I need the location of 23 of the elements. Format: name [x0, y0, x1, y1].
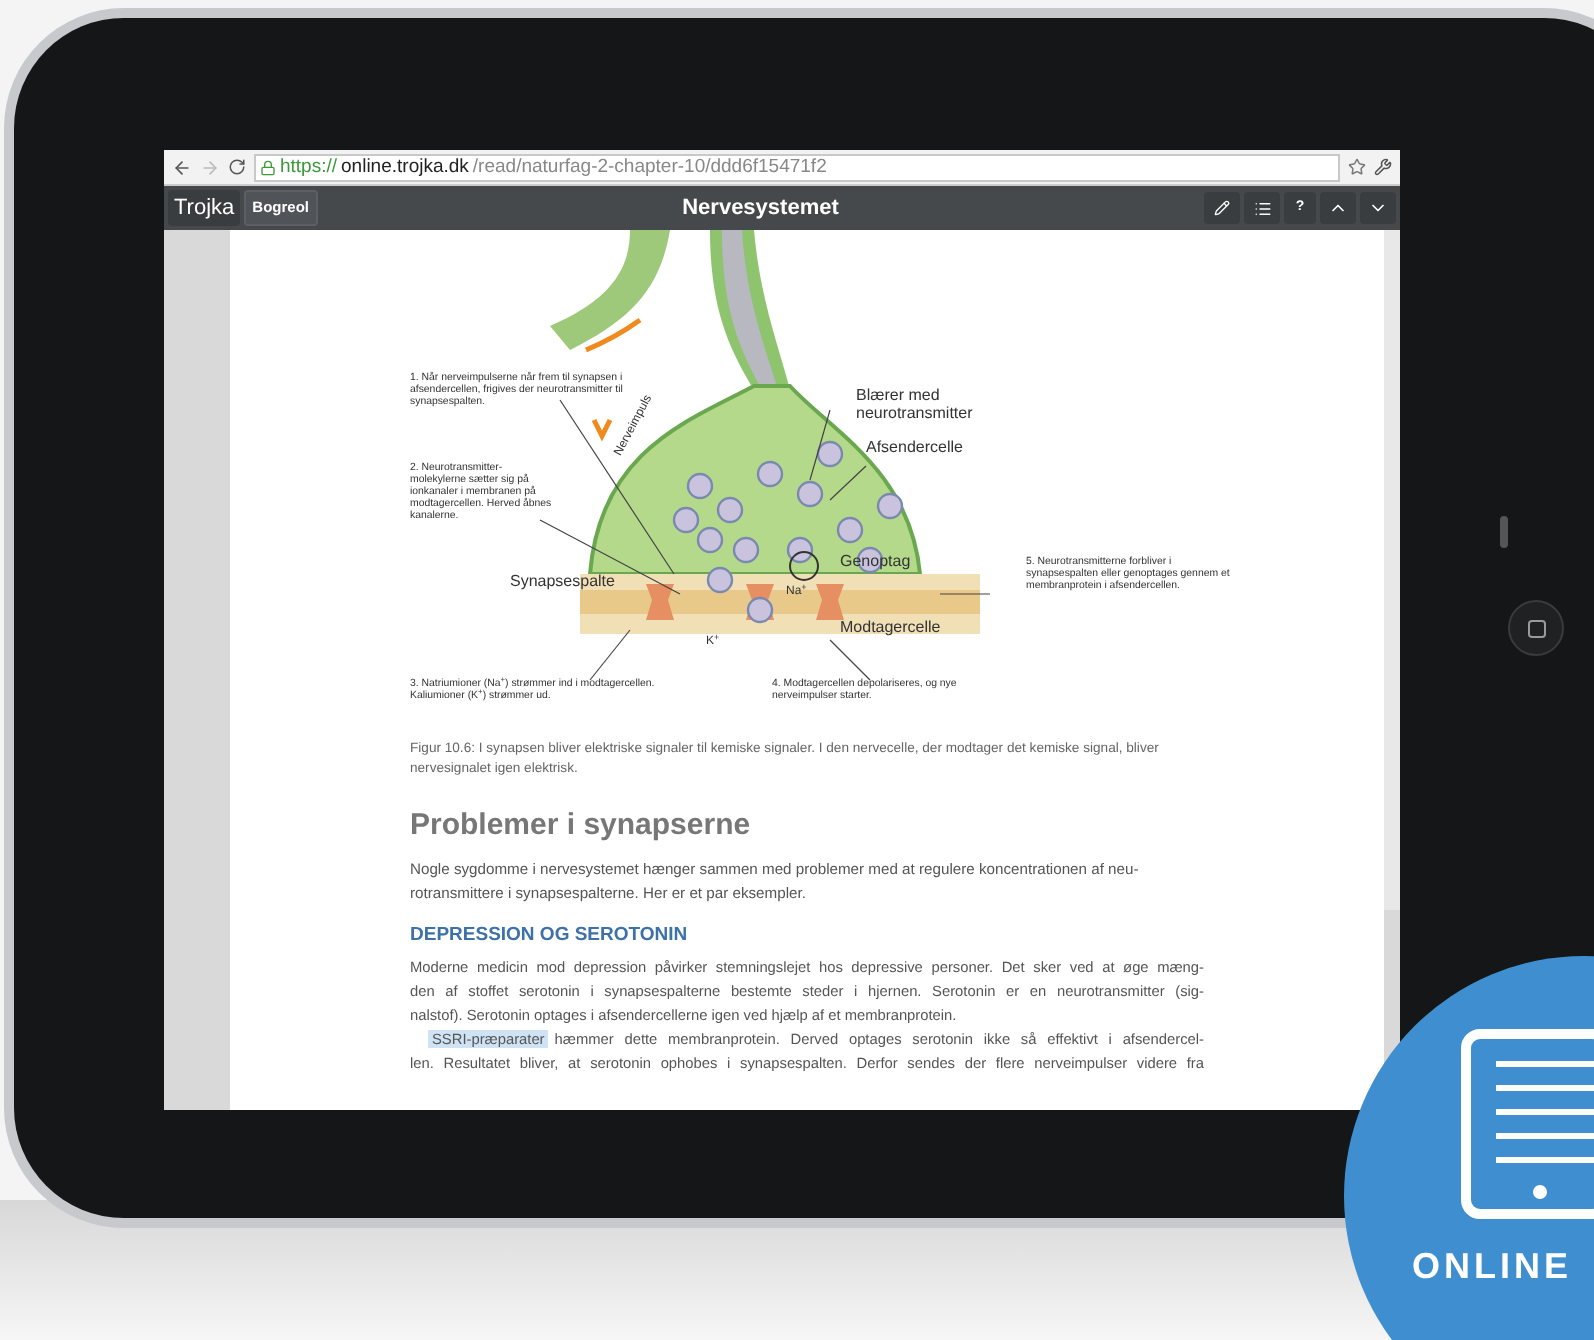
square-icon [1527, 619, 1545, 637]
diagram-label: Afsendercelle [866, 438, 965, 457]
logo-tab[interactable]: Trojka [168, 190, 241, 226]
star-icon[interactable] [1348, 158, 1366, 176]
back-icon[interactable] [172, 157, 192, 177]
section-heading: Problemer i synapserne [410, 806, 753, 847]
diagram-label: Modtagercelle [840, 618, 943, 637]
reload-icon[interactable] [228, 158, 246, 176]
wrench-icon[interactable] [1374, 158, 1392, 176]
diagram-label: Blærer med neurotransmitter [856, 386, 975, 423]
diagram-label: Synapsespalte [510, 572, 617, 591]
badge-label: ONLINE [1412, 1244, 1573, 1290]
tablet-icon [1460, 1028, 1594, 1220]
pen-button[interactable] [1204, 192, 1240, 224]
pen-icon [1214, 200, 1230, 216]
list-button[interactable] [1244, 192, 1280, 224]
address-field[interactable]: https:// online.trojka.dk /read/naturfag-2-chapter-10/ddd6f15471f2 [254, 153, 1340, 181]
lock-icon [260, 159, 276, 175]
list-icon [1253, 199, 1271, 217]
diagram-label: Genoptag [840, 552, 913, 571]
subsection-heading: DEPRESSION OG SEROTONIN [410, 922, 690, 951]
sensor-icon [1500, 516, 1508, 548]
page-title: Nervesystemet [682, 193, 839, 224]
